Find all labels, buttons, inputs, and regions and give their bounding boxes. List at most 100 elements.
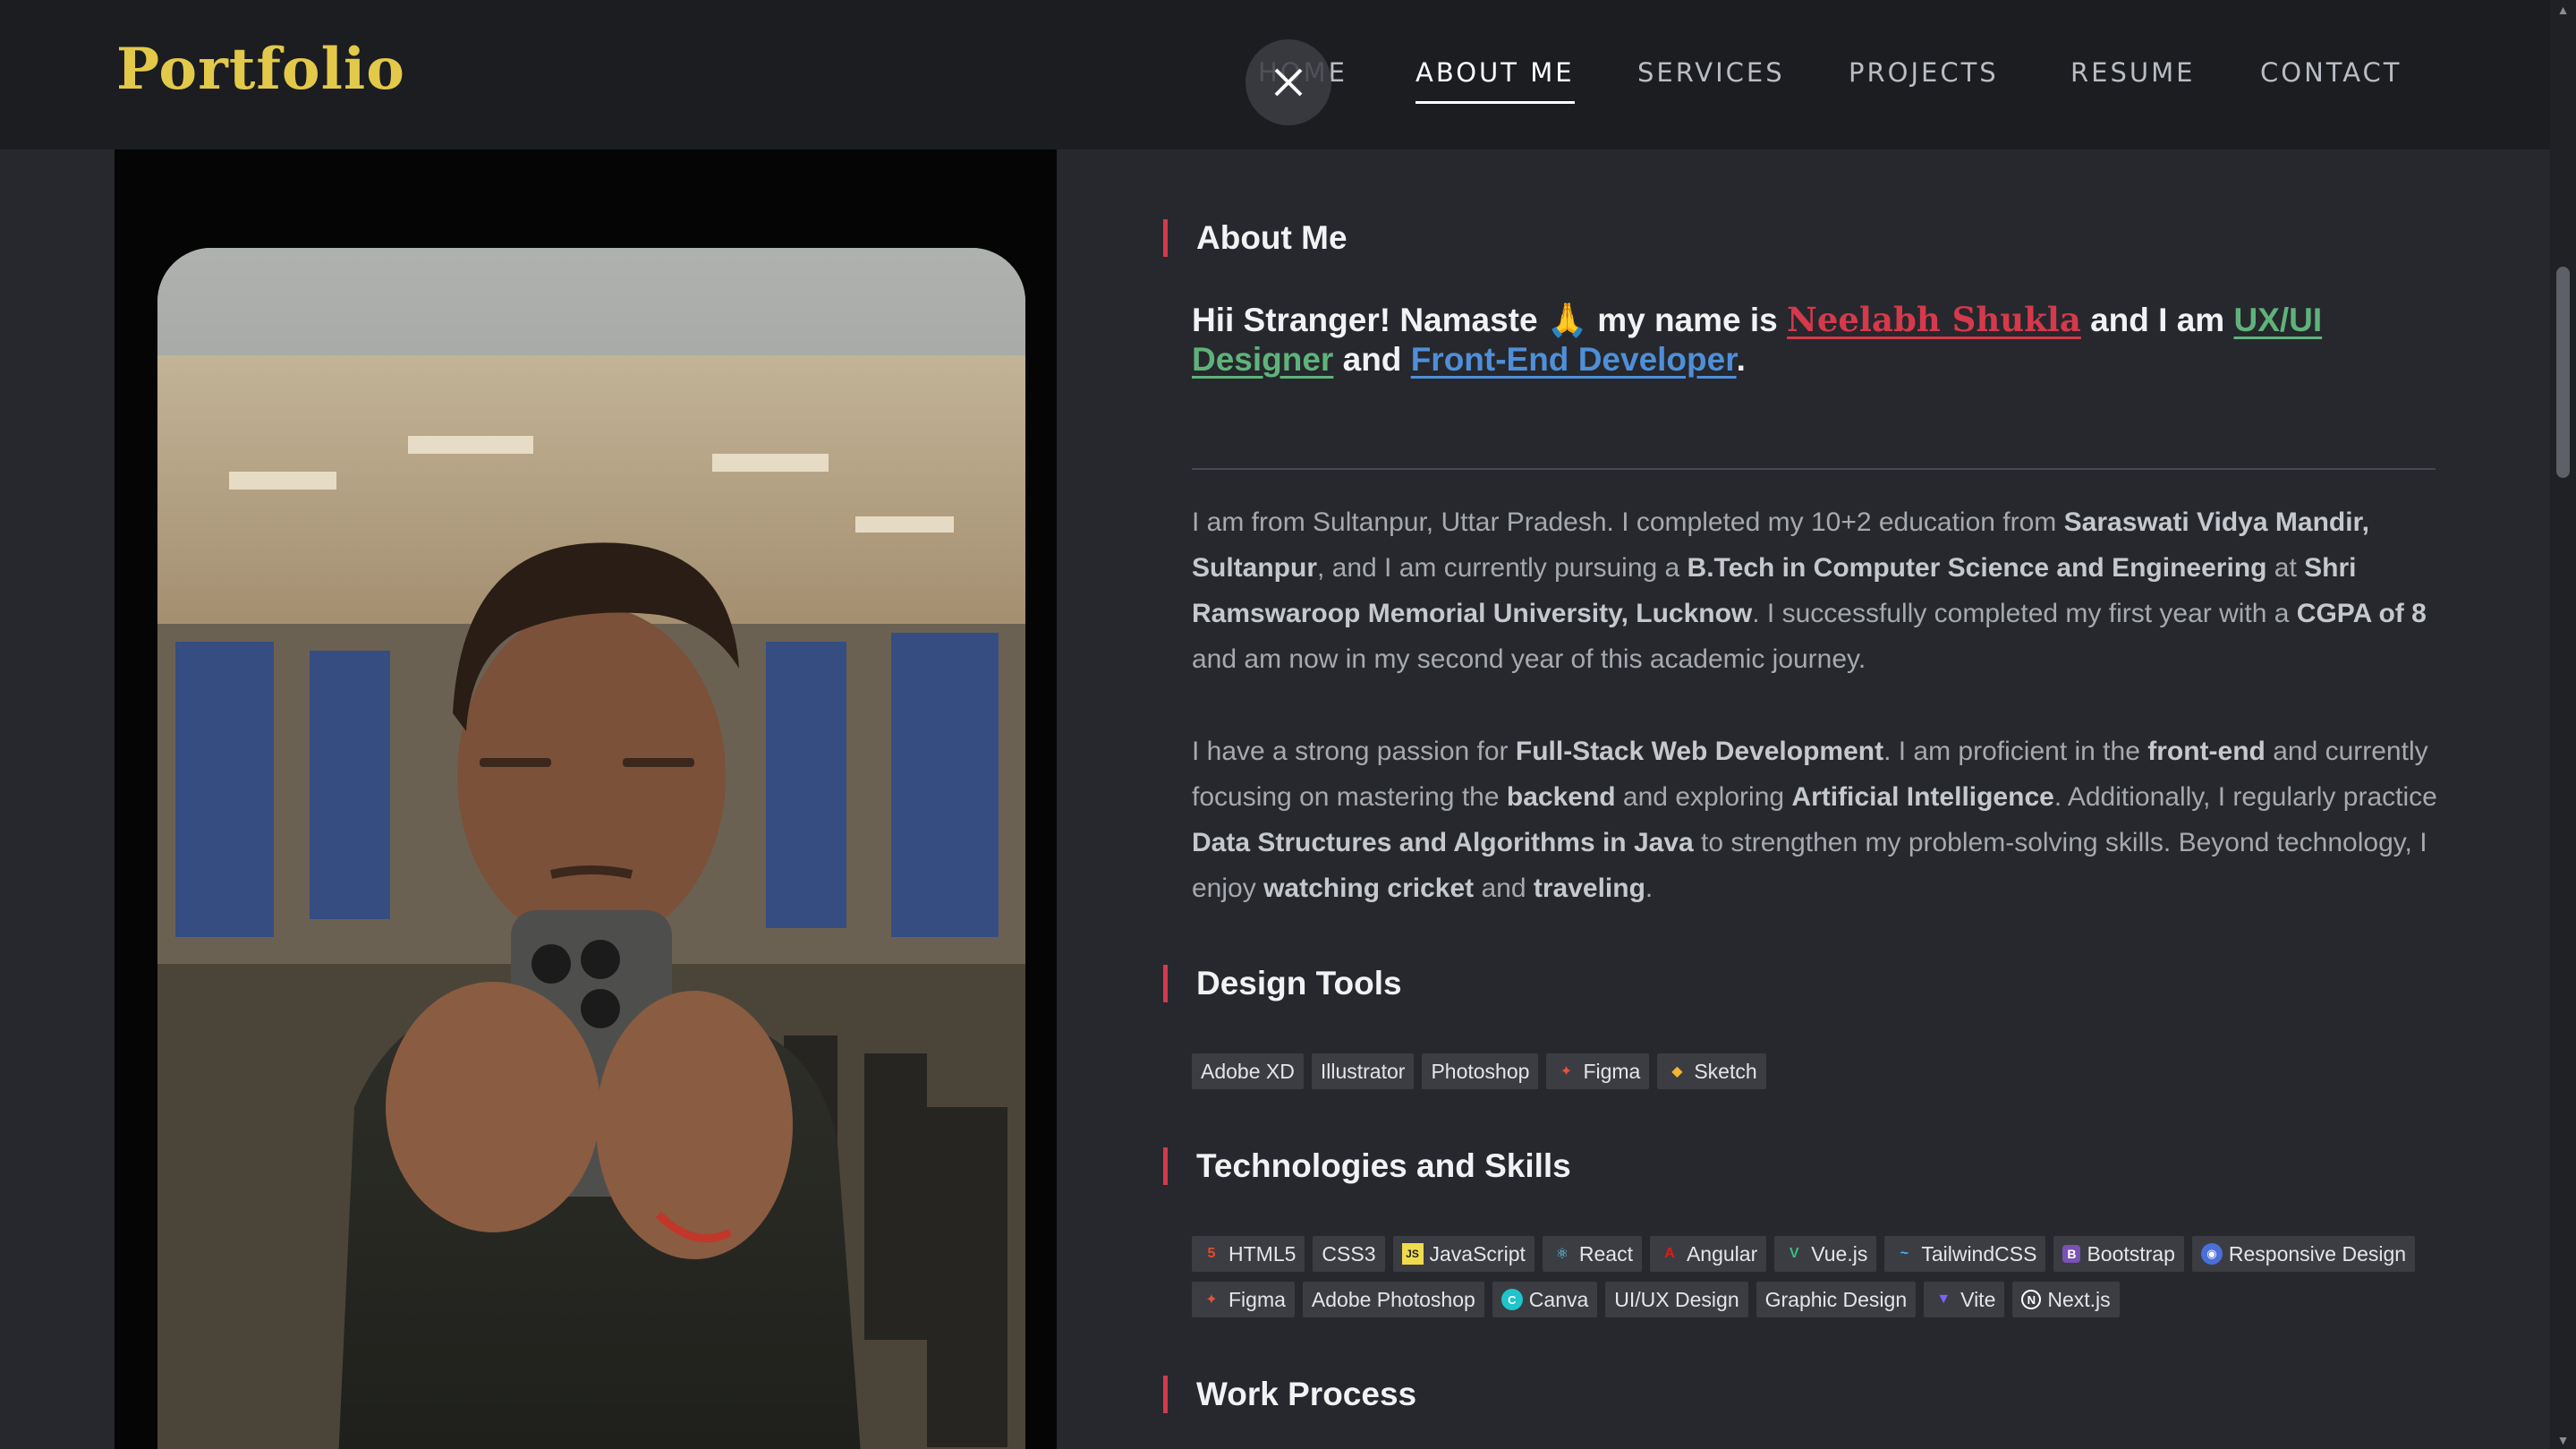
bio-highlight: Artificial Intelligence bbox=[1791, 782, 2054, 812]
nav-resume[interactable]: RESUME bbox=[2070, 57, 2195, 88]
react-icon: ⚛ bbox=[1555, 1247, 1569, 1262]
chip-adobe-xd[interactable]: Adobe XD bbox=[1192, 1053, 1304, 1089]
chip-next-js[interactable]: N Next.js bbox=[2012, 1282, 2120, 1317]
angular-icon: A bbox=[1664, 1246, 1675, 1261]
scroll-down-arrow-icon[interactable]: ▼ bbox=[2555, 1432, 2571, 1447]
bootstrap-icon: B bbox=[2062, 1245, 2081, 1263]
chip-label: Responsive Design bbox=[2228, 1241, 2407, 1266]
bio-text: . bbox=[1645, 874, 1654, 903]
chip-graphic-design[interactable]: Graphic Design bbox=[1756, 1282, 1917, 1317]
design-tools-list: Adobe XD Illustrator Photoshop ✦ Figma ◆ Sketc… bbox=[1192, 1053, 2462, 1089]
bio-highlight: CGPA of 8 bbox=[2296, 599, 2427, 628]
bio-text: at bbox=[2266, 553, 2305, 583]
tailwind-icon: ~ bbox=[1900, 1246, 1909, 1261]
chip-figma[interactable]: ✦ Figma bbox=[1192, 1282, 1295, 1317]
sketch-icon: ◆ bbox=[1671, 1064, 1683, 1079]
nextjs-icon: N bbox=[2021, 1290, 2042, 1309]
close-button[interactable] bbox=[1245, 39, 1331, 125]
figma-icon: ✦ bbox=[1560, 1064, 1573, 1079]
vite-icon: ▼ bbox=[1936, 1291, 1951, 1307]
intro-and: and bbox=[1333, 341, 1411, 378]
bio-highlight: Full-Stack Web Development bbox=[1515, 737, 1884, 766]
chip-canva[interactable]: C Canva bbox=[1492, 1282, 1598, 1317]
chip-label: Illustrator bbox=[1320, 1059, 1406, 1083]
chip-label: Canva bbox=[1528, 1287, 1589, 1311]
chip-angular[interactable]: A Angular bbox=[1649, 1236, 1767, 1272]
intro-role-developer[interactable]: Front-End Developer bbox=[1411, 341, 1737, 378]
chip-html5[interactable]: 5 HTML5 bbox=[1192, 1236, 1305, 1272]
responsive-icon: ◉ bbox=[2200, 1243, 2223, 1265]
bio-highlight: Data Structures and Algorithms in Java bbox=[1192, 828, 1694, 857]
skills-list: 5 HTML5 CSS3 JS JavaScript ⚛ React A Angular V Vue… bbox=[1192, 1236, 2462, 1317]
chip-label: Angular bbox=[1686, 1241, 1758, 1266]
chip-label: Adobe XD bbox=[1201, 1059, 1295, 1083]
work-process-heading: Work Process bbox=[1163, 1376, 1416, 1413]
nav-projects[interactable]: PROJECTS bbox=[1849, 57, 1999, 88]
chip-label: Next.js bbox=[2047, 1287, 2111, 1311]
chip-label: UI/UX Design bbox=[1614, 1287, 1739, 1311]
chip-react[interactable]: ⚛ React bbox=[1542, 1236, 1642, 1272]
site-logo[interactable]: Portfolio bbox=[116, 36, 405, 103]
bio-text: and bbox=[1474, 874, 1534, 903]
chip-label: HTML5 bbox=[1228, 1241, 1297, 1266]
chip-label: Bootstrap bbox=[2087, 1241, 2175, 1266]
chip-label: Photoshop bbox=[1431, 1059, 1530, 1083]
about-me-heading: About Me bbox=[1163, 219, 1348, 257]
nav-about-me[interactable]: ABOUT ME bbox=[1416, 57, 1575, 104]
chip-label: Graphic Design bbox=[1764, 1287, 1908, 1311]
intro-end: . bbox=[1736, 341, 1746, 378]
intro-greeting: Hii Stranger! Namaste 🙏 my name is bbox=[1192, 302, 1788, 338]
skills-heading: Technologies and Skills bbox=[1163, 1147, 1571, 1185]
chip-label: React bbox=[1578, 1241, 1633, 1266]
chip-label: CSS3 bbox=[1322, 1241, 1376, 1266]
chip-javascript[interactable]: JS JavaScript bbox=[1392, 1236, 1535, 1272]
bio-text: and am now in my second year of this aca… bbox=[1192, 644, 1866, 674]
nav-contact[interactable]: CONTACT bbox=[2260, 57, 2402, 88]
figma-icon: ✦ bbox=[1205, 1292, 1218, 1308]
chip-illustrator[interactable]: Illustrator bbox=[1311, 1053, 1415, 1089]
bio-text: I have a strong passion for bbox=[1192, 737, 1516, 766]
chip-figma[interactable]: ✦ Figma bbox=[1546, 1053, 1650, 1089]
intro-mid: and I am bbox=[2080, 302, 2234, 338]
nav-services[interactable]: SERVICES bbox=[1637, 57, 1785, 88]
bio-text: , and I am currently pursuing a bbox=[1317, 553, 1688, 583]
profile-photo-panel bbox=[115, 149, 1057, 1449]
chip-responsive-design[interactable]: ◉ Responsive Design bbox=[2191, 1236, 2416, 1272]
design-tools-heading: Design Tools bbox=[1163, 965, 1402, 1002]
bio-highlight: front-end bbox=[2147, 737, 2266, 766]
bio-highlight: watching cricket bbox=[1263, 874, 1475, 903]
chip-bootstrap[interactable]: B Bootstrap bbox=[2053, 1236, 2184, 1272]
chip-vite[interactable]: ▼ Vite bbox=[1924, 1282, 2005, 1317]
bio-text: I am from Sultanpur, Uttar Pradesh. I co… bbox=[1192, 507, 2064, 537]
bio-text: . Additionally, I regularly practice bbox=[2053, 782, 2437, 812]
javascript-icon: JS bbox=[1401, 1243, 1424, 1265]
intro-name[interactable]: Neelabh Shukla bbox=[1787, 300, 2081, 339]
chip-adobe-photoshop[interactable]: Adobe Photoshop bbox=[1302, 1282, 1484, 1317]
chip-label: JavaScript bbox=[1429, 1241, 1526, 1266]
chip-label: Vue.js bbox=[1811, 1241, 1868, 1266]
page-scrollbar[interactable]: ▲ ▼ bbox=[2550, 0, 2576, 1449]
bio-highlight: traveling bbox=[1533, 874, 1645, 903]
intro-text: Hii Stranger! Namaste 🙏 my name is Neela… bbox=[1192, 300, 2436, 379]
close-icon bbox=[1274, 68, 1303, 97]
scroll-thumb[interactable] bbox=[2556, 267, 2570, 478]
chip-sketch[interactable]: ◆ Sketch bbox=[1657, 1053, 1766, 1089]
bio-text: . I successfully completed my first year… bbox=[1752, 599, 2297, 628]
navbar: Portfolio HOME ABOUT ME SERVICES PROJECT… bbox=[0, 0, 2550, 149]
profile-photo-illustration bbox=[157, 248, 1025, 1449]
chip-label: TailwindCSS bbox=[1921, 1241, 2037, 1266]
bio-paragraph-2: I have a strong passion for Full-Stack W… bbox=[1192, 729, 2444, 911]
chip-css3[interactable]: CSS3 bbox=[1313, 1236, 1385, 1272]
chip-ui-ux-design[interactable]: UI/UX Design bbox=[1605, 1282, 1748, 1317]
canva-icon: C bbox=[1501, 1289, 1523, 1310]
chip-tailwindcss[interactable]: ~ TailwindCSS bbox=[1884, 1236, 2046, 1272]
chip-label: Figma bbox=[1228, 1287, 1286, 1311]
chip-vue-js[interactable]: V Vue.js bbox=[1774, 1236, 1877, 1272]
divider bbox=[1192, 468, 2436, 470]
scroll-up-arrow-icon[interactable]: ▲ bbox=[2555, 2, 2571, 17]
bio-highlight: backend bbox=[1506, 782, 1616, 812]
chip-label: Vite bbox=[1960, 1287, 1996, 1311]
bio-paragraph-1: I am from Sultanpur, Uttar Pradesh. I co… bbox=[1192, 499, 2444, 682]
chip-photoshop[interactable]: Photoshop bbox=[1422, 1053, 1539, 1089]
chip-label: Adobe Photoshop bbox=[1311, 1287, 1475, 1311]
